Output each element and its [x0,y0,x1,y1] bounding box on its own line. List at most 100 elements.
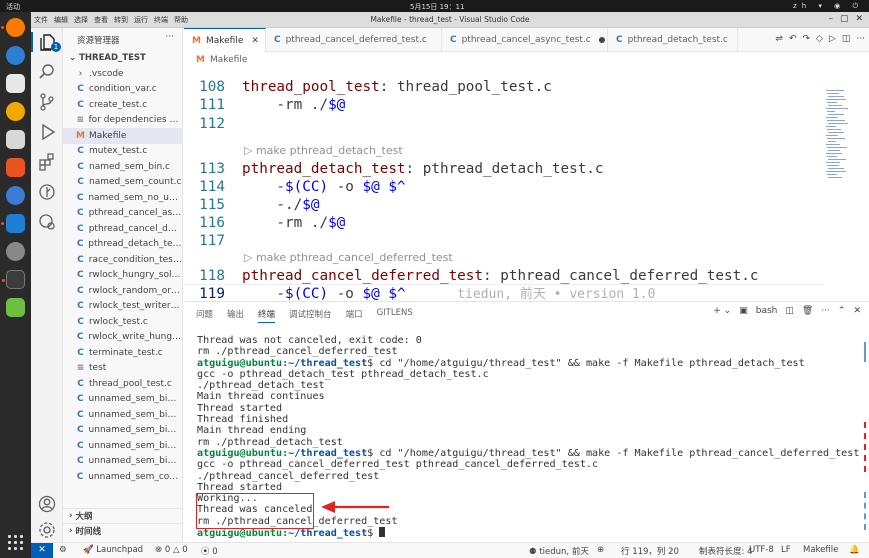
file-tree-item[interactable]: Ccreate_test.c [63,97,182,113]
explorer-icon[interactable]: 1 [31,32,63,52]
terminal-shell-label[interactable]: bash [756,306,778,316]
git-blame-item[interactable]: ⚉ tiedun, 前天 [529,545,589,557]
split-editor-icon[interactable]: ◫ [842,34,851,44]
file-tree-item[interactable]: Cnamed_sem_count.c [63,175,182,191]
file-tree-item[interactable]: Cthread_pool_test.c [63,376,182,392]
file-tree-item[interactable]: Cunnamed_sem_coun... [63,469,182,485]
settings-sync-icon[interactable]: ⚙ [59,545,67,555]
terminal-shell-icon[interactable]: ▣ [739,306,748,316]
file-tree-item[interactable]: Crwlock_test_writer_... [63,299,182,315]
next-change-icon[interactable]: ↷ [803,34,811,44]
tab-pthread-detach[interactable]: C pthread_detach_test.c [608,28,738,52]
outline-section[interactable]: › 大纲 [63,508,182,522]
file-tree-item[interactable]: Cnamed_sem_no_unli... [63,190,182,206]
tab-output[interactable]: 输出 [227,308,244,323]
file-tree-item[interactable]: Ccondition_var.c [63,82,182,98]
timeline-section[interactable]: › 时间线 [63,523,182,537]
tab-pthread-cancel-async[interactable]: C pthread_cancel_async_test.c [442,28,608,52]
codelens-make-cancel-deferred[interactable]: ▷ make pthread_cancel_deferred_test [244,251,453,264]
previous-change-icon[interactable]: ↶ [789,34,797,44]
files-icon[interactable] [6,74,25,93]
file-tree-item[interactable]: Cunnamed_sem_bin_... [63,438,182,454]
tab-size[interactable]: 制表符长度: 4 [699,545,752,557]
gitlens-icon[interactable] [37,182,57,202]
file-tree-item[interactable]: Crwlock_random_ord... [63,283,182,299]
file-tree-item[interactable]: Cnamed_sem_bin.c [63,159,182,175]
file-tree-item[interactable]: Cunnamed_sem_bin_... [63,392,182,408]
remote-indicator[interactable]: ✕ [31,543,53,558]
close-window-icon[interactable]: ✕ [855,14,863,24]
cursor-position[interactable]: 行 119，列 20 [621,545,679,557]
firefox-icon[interactable] [1,18,25,37]
tab-terminal[interactable]: 终端 [258,308,276,323]
tab-debug-console[interactable]: 调试控制台 [289,308,332,323]
writer-icon[interactable] [6,130,25,149]
file-tree-item[interactable]: ≡ for dependencies ar... [63,113,182,129]
close-icon[interactable]: ✕ [251,36,259,46]
encoding[interactable]: UTF-8 [749,545,774,555]
file-tree-item[interactable]: › .vscode [63,66,182,82]
show-apps-icon[interactable] [8,535,23,550]
gitlens-compare-icon[interactable]: ◇ [816,34,823,44]
trash-icon[interactable] [6,298,25,317]
file-tree-item[interactable]: Cunnamed_sem_bin_... [63,454,182,470]
file-tree-item[interactable]: Cpthread_cancel_def... [63,221,182,237]
settings-icon[interactable] [6,242,25,261]
workspace-folder[interactable]: ⌄ THREAD_TEST [63,50,182,66]
file-tree-item[interactable]: M Makefile [63,128,182,144]
clock[interactable]: 5月15日 19：11 [410,2,464,12]
code-editor[interactable]: thread_pool_test: thread_pool_test.c -rm… [184,68,824,301]
rhythmbox-icon[interactable] [6,102,25,121]
file-tree-item[interactable]: Crwlock_test.c [63,314,182,330]
maximize-icon[interactable]: ▢ [840,14,849,24]
new-terminal-icon[interactable]: + ⌄ [713,306,731,316]
tab-gitlens[interactable]: GITLENS [377,308,413,323]
vscode-icon[interactable] [1,214,25,233]
more-icon[interactable]: ··· [821,306,830,316]
system-tray[interactable]: zh ▾ ◉ ⏻ [793,2,863,11]
launchpad-item[interactable]: 🚀 Launchpad [83,545,143,555]
file-tree-item[interactable]: Cmutex_test.c [63,144,182,160]
tab-problems[interactable]: 问题 [196,308,213,323]
file-tree-item[interactable]: Cunnamed_sem_bin_... [63,423,182,439]
tab-makefile[interactable]: M Makefile ✕ [184,28,266,53]
extensions-icon[interactable] [37,152,57,172]
remote-explorer-icon[interactable] [37,212,57,232]
open-changes-icon[interactable]: ⇌ [775,34,783,44]
activities-button[interactable]: 活动 [6,2,20,12]
file-tree-item[interactable]: Cterminate_test.c [63,345,182,361]
maximize-panel-icon[interactable]: ⌃ [838,306,846,316]
run-debug-icon[interactable] [37,122,57,142]
zoom-icon[interactable]: ⊕ [597,545,604,555]
file-tree-item[interactable]: ≡ test [63,361,182,377]
file-tree-item[interactable]: Cunnamed_sem_bin_... [63,407,182,423]
tab-ports[interactable]: 端口 [346,308,363,323]
minimize-icon[interactable]: – [828,14,833,24]
source-control-icon[interactable] [37,92,57,112]
file-tree-item[interactable]: Cpthread_cancel_asy... [63,206,182,222]
unsaved-dot-icon[interactable] [598,37,605,43]
ports-icon[interactable]: ⦿ 0 [201,545,218,557]
terminal-icon[interactable] [2,270,25,289]
run-icon[interactable]: ▷ [829,34,836,44]
more-icon[interactable]: ··· [856,34,865,44]
search-icon[interactable] [37,62,57,82]
breadcrumb-file[interactable]: Makefile [210,55,247,65]
more-actions-icon[interactable]: ··· [165,32,174,42]
file-tree-item[interactable]: Crace_condition_test.c [63,252,182,268]
minimap[interactable] [824,68,869,301]
manage-gear-icon[interactable] [37,520,57,540]
account-icon[interactable] [37,494,57,514]
file-tree-item[interactable]: Crwlock_hungry_solv... [63,268,182,284]
split-terminal-icon[interactable]: ◫ [785,306,794,316]
kill-terminal-icon[interactable]: 🗑 [802,306,813,316]
file-tree-item[interactable]: Cpthread_detach_test.c [63,237,182,253]
notifications-bell-icon[interactable]: 🔔 [849,545,860,555]
help-icon[interactable] [6,186,25,205]
close-panel-icon[interactable]: ✕ [853,306,861,316]
file-tree-item[interactable]: Crwlock_write_hungry.c [63,330,182,346]
thunderbird-icon[interactable] [6,46,25,65]
codelens-make-detach[interactable]: ▷ make pthread_detach_test [244,144,403,157]
language-mode[interactable]: Makefile [803,545,838,555]
end-of-line[interactable]: LF [781,545,791,555]
